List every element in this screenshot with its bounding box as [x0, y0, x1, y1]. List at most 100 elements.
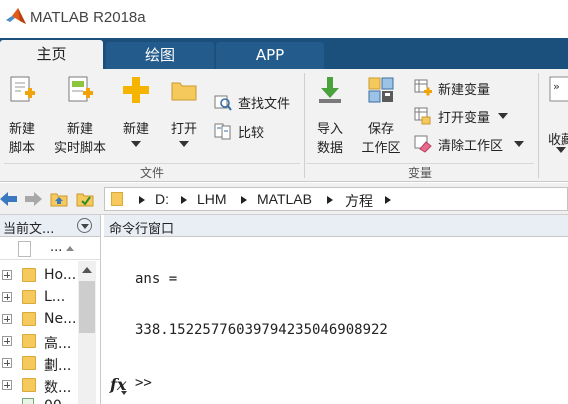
panel-actions-icon[interactable] — [77, 218, 92, 233]
command-prompt[interactable]: >> — [135, 375, 152, 391]
open-variable-label: 打开变量 — [438, 111, 491, 126]
find-files-button[interactable]: 查找文件 — [214, 91, 298, 113]
new-button[interactable]: 新建 — [116, 75, 156, 161]
path-separator-icon — [385, 196, 391, 204]
section-separator — [538, 73, 539, 178]
expand-icon[interactable] — [2, 380, 12, 390]
folder-icon — [22, 334, 36, 348]
folder-scrollbar[interactable] — [78, 261, 96, 404]
list-item[interactable]: 00 — [0, 395, 78, 404]
ans-value: 338.15225776039794235046908922 — [135, 322, 388, 338]
open-button[interactable]: 打开 — [164, 75, 204, 161]
compare-button[interactable]: 比较 — [214, 120, 298, 142]
breadcrumb-folder[interactable]: 方程 — [345, 191, 373, 211]
tab-strip: 主页 绘图 APP — [0, 38, 568, 69]
function-browser-arrow-icon[interactable] — [121, 391, 127, 395]
new-plus-icon — [123, 77, 149, 103]
new-label: 新建 — [122, 122, 149, 137]
command-window-header: 命令行窗口 — [104, 215, 568, 237]
folder-name: Ho... — [44, 267, 77, 283]
name-column-header[interactable]: ... — [50, 240, 62, 255]
expand-icon[interactable] — [2, 270, 12, 280]
clear-workspace-icon — [414, 135, 432, 153]
open-variable-icon — [414, 107, 431, 125]
folder-name: 数... — [44, 380, 72, 396]
expand-icon[interactable] — [2, 358, 12, 368]
new-variable-button[interactable]: 新建变量 — [414, 77, 514, 99]
list-item[interactable]: L... — [0, 286, 78, 308]
new-variable-label: 新建变量 — [438, 83, 491, 98]
folder-name: L... — [44, 289, 66, 305]
folder-icon — [22, 378, 36, 392]
compare-icon — [214, 123, 231, 140]
new-script-label-1: 新建 — [8, 122, 35, 137]
open-variable-button[interactable]: 打开变量 — [414, 105, 514, 127]
browse-folder-icon[interactable] — [76, 191, 94, 207]
favorites-dropdown-arrow-icon[interactable] — [556, 147, 566, 153]
command-window[interactable]: 命令行窗口 ans = 338.152257760397942350469089… — [104, 215, 568, 404]
favorites-label: 收藏 — [548, 133, 568, 148]
current-folder-title: 当前文... — [3, 222, 55, 237]
path-separator-icon — [241, 196, 247, 204]
favorites-button[interactable]: » 收藏 — [542, 75, 568, 161]
up-folder-icon[interactable] — [50, 191, 68, 207]
import-data-label-2: 数据 — [316, 141, 343, 156]
folder-icon — [22, 290, 36, 304]
expand-icon[interactable] — [2, 336, 12, 346]
svg-text:»: » — [553, 80, 560, 93]
expand-icon[interactable] — [2, 314, 12, 324]
ribbon: 新建 脚本 新建 实时脚本 新建 打开 查找文件 比较 文件 导入 数据 保存 … — [0, 69, 568, 182]
clear-workspace-button[interactable]: 清除工作区 — [414, 133, 530, 155]
open-folder-icon — [171, 82, 197, 101]
new-script-button[interactable]: 新建 脚本 — [2, 75, 42, 161]
path-box[interactable]: D: LHM MATLAB 方程 — [104, 187, 568, 211]
import-data-label-1: 导入 — [316, 122, 343, 137]
file-name: 00 — [44, 398, 62, 404]
list-item[interactable]: Ne... — [0, 308, 78, 330]
path-separator-icon — [327, 196, 333, 204]
folder-icon — [22, 268, 36, 282]
back-arrow-icon[interactable] — [0, 191, 18, 207]
list-item[interactable]: 数... — [0, 374, 78, 396]
tab-plots[interactable]: 绘图 — [106, 42, 214, 69]
import-data-icon — [319, 77, 341, 103]
new-live-script-label-1: 新建 — [66, 122, 93, 137]
list-item[interactable]: 劃... — [0, 352, 78, 374]
folder-name: 高... — [44, 336, 72, 352]
new-live-script-button[interactable]: 新建 实时脚本 — [48, 75, 112, 161]
list-item[interactable]: 高... — [0, 330, 78, 352]
find-files-icon — [214, 95, 232, 111]
open-variable-dropdown-arrow-icon[interactable] — [498, 113, 508, 119]
favorites-icon: » — [549, 76, 568, 102]
breadcrumb-matlab[interactable]: MATLAB — [257, 191, 312, 207]
sort-arrow-icon — [66, 246, 74, 251]
expand-icon[interactable] — [2, 292, 12, 302]
command-window-title: 命令行窗口 — [109, 222, 175, 237]
tab-apps[interactable]: APP — [216, 42, 324, 69]
matlab-logo-icon — [6, 8, 26, 24]
list-item[interactable]: Ho... — [0, 264, 78, 286]
open-dropdown-arrow-icon[interactable] — [179, 141, 189, 147]
new-dropdown-arrow-icon[interactable] — [131, 141, 141, 147]
scroll-thumb[interactable] — [79, 281, 95, 333]
tab-home[interactable]: 主页 — [0, 40, 103, 69]
open-label: 打开 — [170, 122, 197, 137]
find-files-label: 查找文件 — [238, 97, 291, 112]
current-folder-panel: 当前文... ... Ho... L... Ne... 高... 劃... 数.… — [0, 215, 101, 404]
clear-workspace-label: 清除工作区 — [438, 139, 504, 154]
forward-arrow-icon[interactable] — [24, 191, 42, 207]
breadcrumb-lhm[interactable]: LHM — [197, 191, 227, 207]
ans-label: ans = — [135, 271, 178, 287]
path-separator-icon — [139, 196, 145, 204]
import-data-button[interactable]: 导入 数据 — [308, 75, 352, 161]
variable-section-label: 变量 — [407, 166, 432, 180]
scroll-up-icon[interactable] — [82, 267, 92, 273]
clear-workspace-dropdown-arrow-icon[interactable] — [514, 141, 524, 147]
breadcrumb-drive[interactable]: D: — [155, 191, 169, 207]
save-workspace-button[interactable]: 保存 工作区 — [356, 75, 406, 161]
path-separator-icon — [181, 196, 187, 204]
save-workspace-label-1: 保存 — [367, 122, 394, 137]
file-icon — [18, 241, 31, 257]
folder-icon — [111, 192, 123, 206]
address-bar: D: LHM MATLAB 方程 — [0, 183, 568, 215]
